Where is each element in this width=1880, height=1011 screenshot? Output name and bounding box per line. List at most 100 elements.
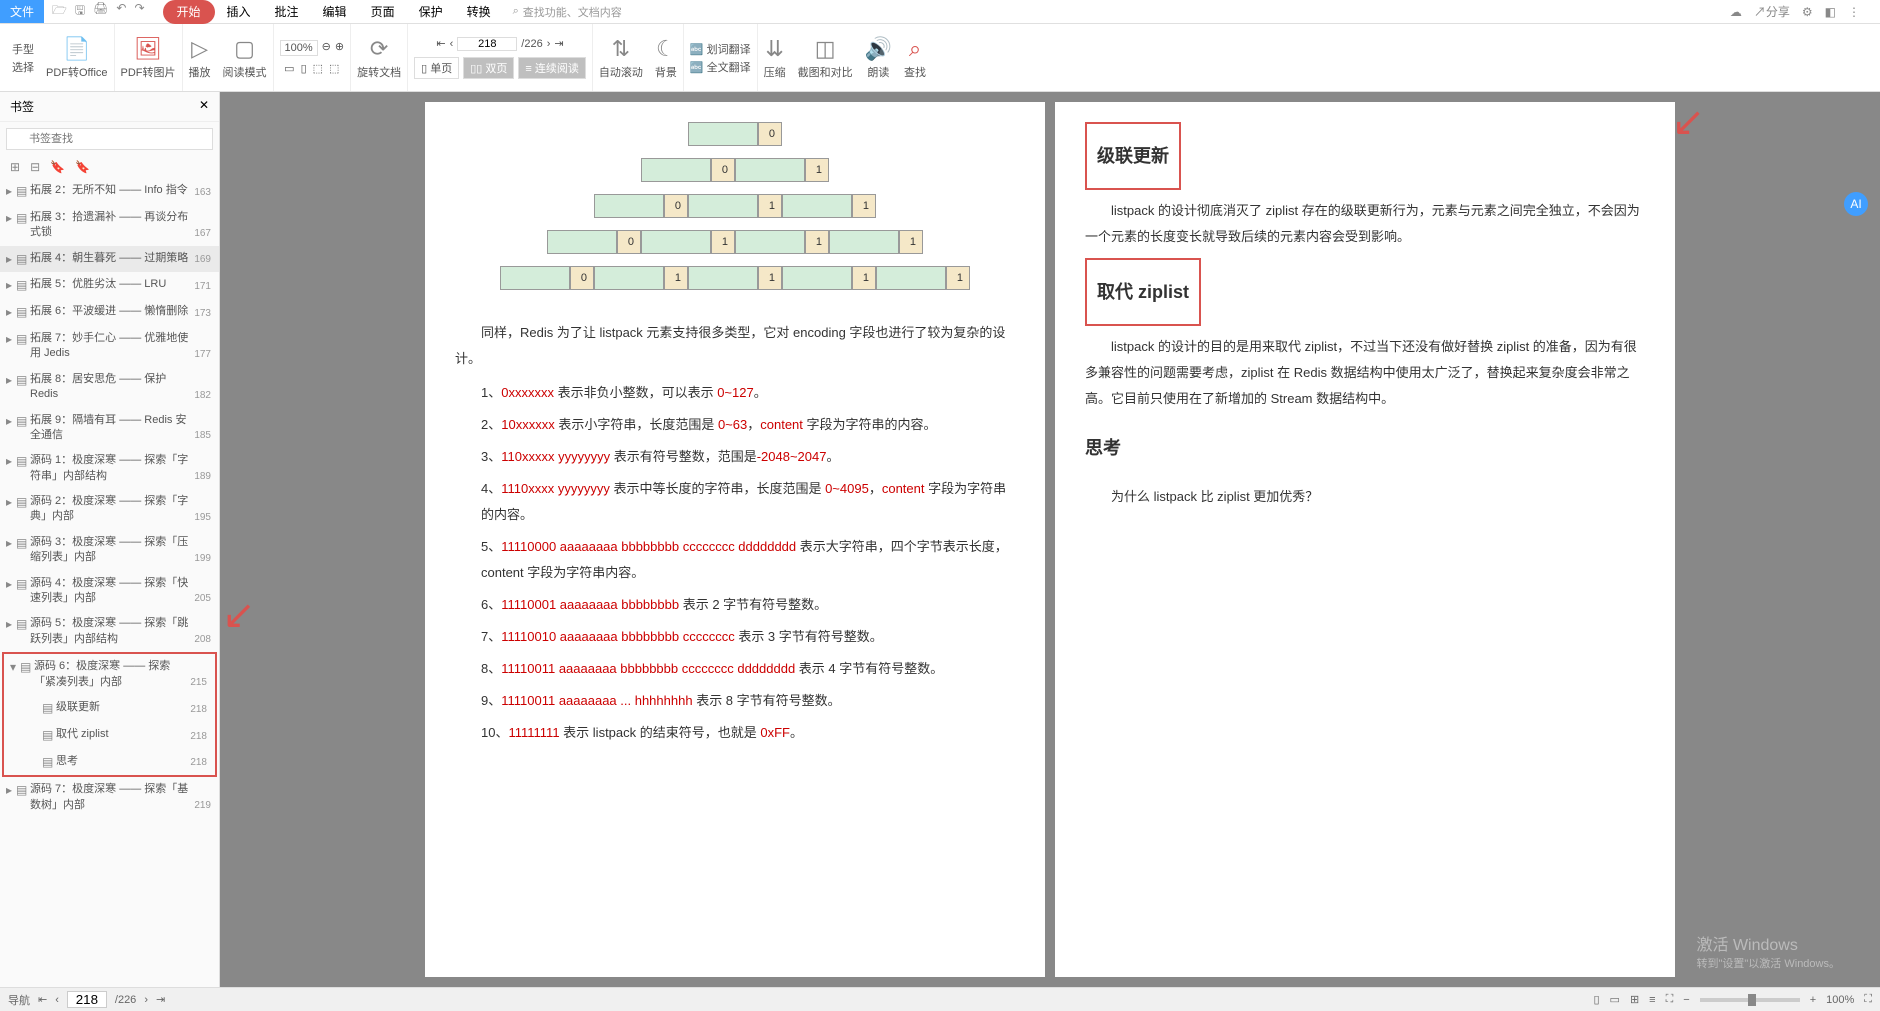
- autoscroll-icon: ⇅: [612, 36, 630, 62]
- sb-last-icon[interactable]: ⇥: [156, 993, 165, 1006]
- bookmark-item[interactable]: ▸▤拓展 8：居安思危 —— 保护 Redis182: [0, 367, 219, 408]
- zoom-in-icon[interactable]: ⊕: [335, 40, 344, 56]
- paragraph: 为什么 listpack 比 ziplist 更加优秀？: [1085, 484, 1645, 510]
- page-total: /226: [521, 38, 542, 50]
- sb-zoomin-icon[interactable]: +: [1810, 994, 1816, 1006]
- bookmark-item[interactable]: ▸▤拓展 9：隔墙有耳 —— Redis 安全通信185: [0, 408, 219, 449]
- pdf-to-office[interactable]: 📄 PDF转Office: [40, 24, 115, 91]
- sb-page-total: /226: [115, 994, 136, 1006]
- find-group[interactable]: ⌕ 查找: [898, 24, 932, 91]
- play-group[interactable]: ▷ 播放: [183, 24, 217, 91]
- float-assistant-icon[interactable]: AI: [1844, 192, 1868, 216]
- tab-edit[interactable]: 编辑: [311, 0, 359, 24]
- more-icon[interactable]: ⋮: [1848, 5, 1860, 19]
- bookmark-item[interactable]: ▤级联更新218: [4, 695, 215, 722]
- open-icon[interactable]: 🗁: [52, 1, 67, 22]
- bookmark-item[interactable]: ▸▤拓展 6：平波缓进 —— 懒惰删除173: [0, 299, 219, 326]
- marquee-zoom-icon[interactable]: ⬚: [329, 62, 339, 75]
- cloud-icon[interactable]: ☁: [1730, 5, 1742, 19]
- full-translate-btn[interactable]: 🔤 全文翻译: [690, 59, 751, 75]
- new-bookmark-icon[interactable]: 🔖: [50, 160, 65, 174]
- bookmark-item[interactable]: ▤思考218: [4, 749, 215, 776]
- bookmark-item[interactable]: ▸▤拓展 2：无所不知 —— Info 指令163: [0, 178, 219, 205]
- zoom-combo[interactable]: 100%: [280, 40, 318, 56]
- pdf-to-image[interactable]: 🖼 PDF转图片: [115, 24, 183, 91]
- redo-icon[interactable]: ↷: [134, 1, 144, 22]
- zoom-slider[interactable]: [1700, 998, 1800, 1002]
- sb-page-input[interactable]: [67, 991, 107, 1008]
- sb-view1-icon[interactable]: ▯: [1593, 993, 1599, 1006]
- file-menu[interactable]: 文件: [0, 0, 44, 23]
- sb-next-icon[interactable]: ›: [144, 994, 148, 1006]
- next-page-icon[interactable]: ›: [547, 38, 551, 50]
- bookmark-item[interactable]: ▸▤拓展 5：优胜劣汰 —— LRU171: [0, 272, 219, 299]
- read-aloud-group[interactable]: 🔊 朗读: [859, 24, 898, 91]
- collapse-all-icon[interactable]: ⊟: [30, 160, 40, 174]
- bookmark-list[interactable]: ▸▤拓展 2：无所不知 —— Info 指令163▸▤拓展 3：拾遗漏补 —— …: [0, 178, 219, 987]
- save-icon[interactable]: 🖫: [75, 1, 85, 22]
- bookmark-item[interactable]: ▾▤源码 6：极度深寒 —— 探索「紧凑列表」内部215: [4, 654, 215, 695]
- single-page-btn[interactable]: ▯ 单页: [414, 57, 459, 79]
- bookmark-item[interactable]: ▸▤拓展 4：朝生暮死 —— 过期策略169: [0, 246, 219, 273]
- heading-thinking: 思考: [1085, 430, 1121, 466]
- bookmark-item[interactable]: ▸▤源码 4：极度深寒 —— 探索「快速列表」内部205: [0, 571, 219, 612]
- double-page-btn[interactable]: ▯▯ 双页: [463, 57, 514, 79]
- screenshot-group[interactable]: ◫ 截图和对比: [792, 24, 859, 91]
- word-translate-btn[interactable]: 🔤 划词翻译: [690, 41, 751, 57]
- skin-icon[interactable]: ◧: [1825, 5, 1836, 19]
- page-input[interactable]: [457, 37, 517, 51]
- hand-tool[interactable]: 手型 选择: [6, 24, 40, 91]
- actual-size-icon[interactable]: ⬚: [313, 62, 323, 75]
- share-button[interactable]: ↗分享: [1754, 3, 1790, 20]
- bookmark-item[interactable]: ▸▤源码 2：极度深寒 —— 探索「字典」内部195: [0, 489, 219, 530]
- bookmark-item[interactable]: ▸▤源码 1：极度深寒 —— 探索「字符串」内部结构189: [0, 448, 219, 489]
- document-viewport[interactable]: ↙ 001011011101111 同样，Redis 为了让 listpack …: [220, 92, 1880, 987]
- page-nav-group: ⇤ ‹ /226 › ⇥ ▯ 单页 ▯▯ 双页 ≡ 连续阅读: [408, 24, 593, 91]
- bookmark-tools: ⊞ ⊟ 🔖 🔖: [0, 156, 219, 178]
- first-page-icon[interactable]: ⇤: [436, 37, 445, 50]
- autoscroll-group[interactable]: ⇅ 自动滚动: [593, 24, 649, 91]
- bookmark-item[interactable]: ▸▤拓展 3：拾遗漏补 —— 再谈分布式锁167: [0, 205, 219, 246]
- sb-view4-icon[interactable]: ≡: [1649, 994, 1655, 1006]
- sb-view2-icon[interactable]: ▭: [1610, 993, 1620, 1006]
- bookmarks-header: 书签 ✕: [0, 92, 219, 122]
- bookmark-item[interactable]: ▸▤源码 7：极度深寒 —— 探索「基数树」内部219: [0, 777, 219, 818]
- zoom-out-icon[interactable]: ⊖: [322, 40, 331, 56]
- tab-page[interactable]: 页面: [359, 0, 407, 24]
- fit-page-icon[interactable]: ▯: [301, 62, 307, 75]
- bookmarks-panel: 书签 ✕ ⊞ ⊟ 🔖 🔖 ▸▤拓展 2：无所不知 —— Info 指令163▸▤…: [0, 92, 220, 987]
- bookmark-item[interactable]: ▸▤拓展 7：妙手仁心 —— 优雅地使用 Jedis177: [0, 326, 219, 367]
- bookmark-item[interactable]: ▸▤源码 3：极度深寒 —— 探索「压缩列表」内部199: [0, 530, 219, 571]
- bookmark-options-icon[interactable]: 🔖: [75, 160, 90, 174]
- print-icon[interactable]: 🖨: [93, 1, 108, 22]
- tab-start[interactable]: 开始: [163, 0, 215, 24]
- expand-all-icon[interactable]: ⊞: [10, 160, 20, 174]
- read-mode-group[interactable]: ▢ 阅读模式: [217, 24, 274, 91]
- sb-fit-icon[interactable]: ⛶: [1666, 993, 1674, 1006]
- close-icon[interactable]: ✕: [199, 98, 209, 115]
- bookmark-item[interactable]: ▸▤源码 5：极度深寒 —— 探索「跳跃列表」内部结构208: [0, 611, 219, 652]
- tab-insert[interactable]: 插入: [215, 0, 263, 24]
- sb-zoomout-icon[interactable]: −: [1683, 994, 1689, 1006]
- background-group[interactable]: ☾ 背景: [649, 24, 684, 91]
- menu-right: ☁ ↗分享 ⚙ ◧ ⋮: [1730, 3, 1880, 20]
- continuous-btn[interactable]: ≡ 连续阅读: [518, 57, 585, 79]
- compress-group[interactable]: ⇊ 压缩: [758, 24, 792, 91]
- tab-convert[interactable]: 转换: [455, 0, 503, 24]
- last-page-icon[interactable]: ⇥: [554, 37, 563, 50]
- sb-first-icon[interactable]: ⇤: [38, 993, 47, 1006]
- undo-icon[interactable]: ↶: [116, 1, 126, 22]
- rotate-group[interactable]: ⟳ 旋转文档: [351, 24, 408, 91]
- sb-view3-icon[interactable]: ⊞: [1630, 993, 1639, 1006]
- sb-prev-icon[interactable]: ‹: [55, 994, 59, 1006]
- bookmark-search-input[interactable]: [6, 128, 213, 150]
- bookmark-item[interactable]: ▤取代 ziplist218: [4, 722, 215, 749]
- search-box[interactable]: 查找功能、文档内容: [513, 4, 622, 20]
- sb-fullscreen-icon[interactable]: ⛶: [1864, 993, 1872, 1006]
- tab-protect[interactable]: 保护: [407, 0, 455, 24]
- fit-width-icon[interactable]: ▭: [284, 62, 294, 75]
- prev-page-icon[interactable]: ‹: [450, 38, 454, 50]
- gear-icon[interactable]: ⚙: [1802, 5, 1813, 19]
- windows-watermark: 激活 Windows 转到"设置"以激活 Windows。: [1697, 931, 1841, 971]
- tab-annotate[interactable]: 批注: [263, 0, 311, 24]
